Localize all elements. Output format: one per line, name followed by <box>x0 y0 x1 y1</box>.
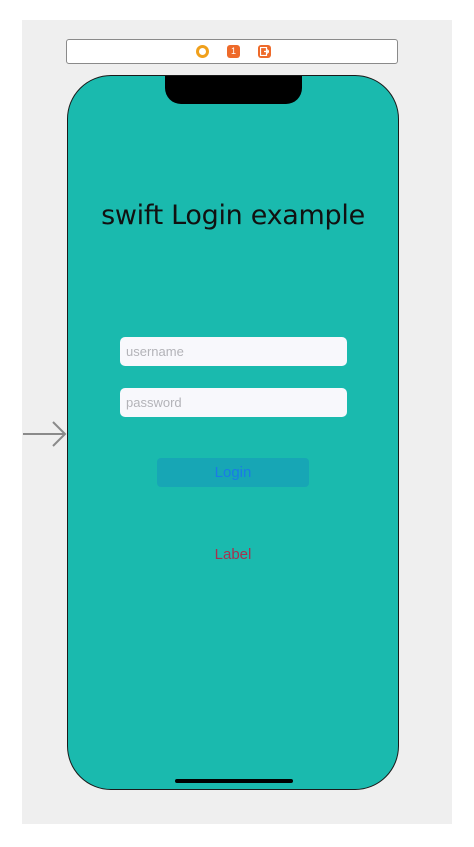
entry-point-arrow-icon[interactable] <box>22 420 68 448</box>
iphone-screen: swift Login example Login Label <box>67 75 399 790</box>
password-field[interactable] <box>120 388 347 417</box>
username-field[interactable] <box>120 337 347 366</box>
exit-glyph <box>260 47 269 56</box>
exit-icon[interactable] <box>258 45 271 58</box>
first-responder-icon[interactable]: 1 <box>227 45 240 58</box>
home-indicator <box>175 779 293 783</box>
login-button[interactable]: Login <box>157 458 309 487</box>
view-controller-icon[interactable] <box>196 45 209 58</box>
scene-dock: 1 <box>66 39 398 64</box>
page-title: swift Login example <box>101 200 365 231</box>
notch <box>165 76 302 104</box>
status-label: Label <box>214 546 252 563</box>
